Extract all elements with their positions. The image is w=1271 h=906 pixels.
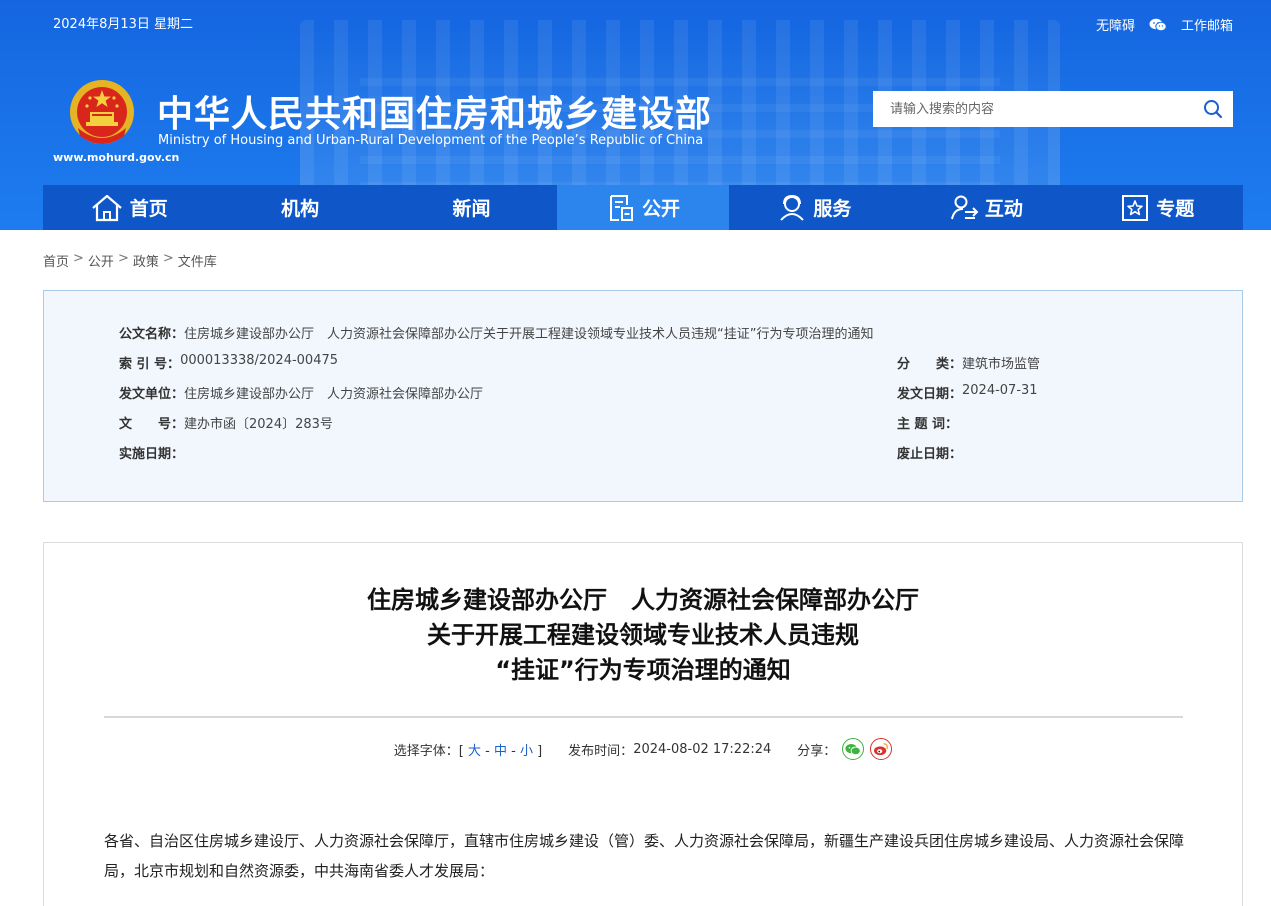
- meta-value: 建办市函〔2024〕283号: [184, 417, 333, 432]
- search-icon: [1204, 100, 1223, 119]
- nav-label-topics: 专题: [1156, 198, 1195, 220]
- nav-label-home: 首页: [129, 198, 168, 220]
- article-container: 住房城乡建设部办公厅 人力资源社会保障部办公厅 关于开展工程建设领域专业技术人员…: [43, 542, 1243, 906]
- meta-effective-date: 实施日期：: [119, 443, 184, 462]
- wechat-icon[interactable]: [1149, 18, 1167, 32]
- breadcrumb-public[interactable]: 公开: [88, 251, 114, 270]
- meta-label: 分 类：: [897, 357, 963, 372]
- share-weibo-icon[interactable]: [870, 738, 893, 760]
- breadcrumb-separator: >: [117, 251, 129, 266]
- meta-label: 废止日期：: [897, 447, 963, 462]
- meta-label: 公文名称：: [119, 327, 185, 342]
- meta-value: 住房城乡建设部办公厅 人力资源社会保障部办公厅关于开展工程建设领域专业技术人员违…: [184, 327, 874, 342]
- search-input[interactable]: [873, 91, 1193, 127]
- nav-label-organization: 机构: [281, 198, 320, 220]
- article-body-paragraph: 各省、自治区住房城乡建设厅、人力资源社会保障厅，直辖市住房城乡建设（管）委、人力…: [104, 832, 1185, 880]
- font-medium-button[interactable]: 中: [494, 744, 507, 759]
- search-button[interactable]: [1193, 91, 1233, 127]
- meta-label: 实施日期：: [119, 447, 185, 462]
- site-title[interactable]: 中华人民共和国住房和城乡建设部: [157, 85, 712, 137]
- article-toolbar: 选择字体：[ 大 - 中 - 小 ] 发布时间： 2024-08-02 17:2…: [44, 738, 1242, 760]
- publish-time: 2024-08-02 17:22:24: [633, 741, 772, 757]
- home-icon: [91, 194, 122, 221]
- meta-value: 000013338/2024-00475: [180, 353, 339, 368]
- top-links: 无障碍 工作邮箱: [1096, 15, 1233, 34]
- national-emblem-logo[interactable]: [68, 78, 136, 150]
- font-size-label: 选择字体：[: [393, 743, 464, 759]
- site-subtitle: Ministry of Housing and Urban-Rural Deve…: [158, 133, 704, 148]
- font-large-button[interactable]: 大: [468, 744, 481, 759]
- nav-label-service: 服务: [813, 198, 852, 220]
- breadcrumb-separator: >: [162, 251, 174, 266]
- meta-index-number: 索 引 号： 000013338/2024-00475: [119, 353, 338, 372]
- main-nav: 首页 机构 新闻 公开 服务 互动 专题: [43, 185, 1243, 230]
- publish-time-label: 发布时间：: [568, 743, 634, 759]
- meta-doc-name: 公文名称： 住房城乡建设部办公厅 人力资源社会保障部办公厅关于开展工程建设领域专…: [119, 323, 874, 342]
- document-meta-box: 公文名称： 住房城乡建设部办公厅 人力资源社会保障部办公厅关于开展工程建设领域专…: [43, 290, 1243, 502]
- nav-item-interaction[interactable]: 互动: [900, 185, 1071, 230]
- meta-keywords: 主 题 词：: [897, 413, 958, 432]
- breadcrumb-library[interactable]: 文件库: [178, 251, 217, 270]
- title-divider: [104, 716, 1183, 718]
- meta-issuer: 发文单位： 住房城乡建设部办公厅 人力资源社会保障部办公厅: [119, 383, 483, 402]
- article-title-line: 关于开展工程建设领域专业技术人员违规: [427, 621, 859, 649]
- meta-value: 建筑市场监管: [962, 357, 1041, 372]
- meta-label: 发文单位：: [119, 387, 185, 402]
- nav-label-news: 新闻: [452, 198, 491, 220]
- accessibility-link[interactable]: 无障碍: [1096, 15, 1135, 34]
- share-label: 分享：: [797, 743, 837, 759]
- breadcrumb-home[interactable]: 首页: [43, 251, 69, 270]
- font-separator: -: [511, 743, 516, 759]
- share-wechat-icon[interactable]: [842, 738, 865, 760]
- site-url: www.mohurd.gov.cn: [53, 151, 180, 164]
- nav-label-interaction: 互动: [984, 198, 1023, 220]
- nav-item-topics[interactable]: 专题: [1072, 185, 1243, 230]
- font-size-bracket: ]: [537, 743, 543, 759]
- meta-abolish-date: 废止日期：: [897, 443, 962, 462]
- nav-label-public: 公开: [641, 198, 680, 220]
- meta-label: 主 题 词：: [897, 417, 959, 432]
- meta-issue-date: 发文日期： 2024-07-31: [897, 383, 1038, 402]
- interaction-icon: [950, 195, 979, 219]
- nav-item-news[interactable]: 新闻: [386, 185, 557, 230]
- meta-category: 分 类： 建筑市场监管: [897, 353, 1040, 372]
- font-size-selector: 选择字体：[ 大 - 中 - 小 ]: [394, 740, 542, 759]
- article-title-line: 住房城乡建设部办公厅 人力资源社会保障部办公厅: [367, 586, 919, 614]
- breadcrumb-separator: >: [73, 251, 84, 266]
- font-separator: -: [485, 743, 490, 759]
- font-small-button[interactable]: 小: [520, 744, 533, 759]
- nav-item-home[interactable]: 首页: [43, 185, 214, 230]
- search-box: [873, 91, 1233, 127]
- nav-item-service[interactable]: 服务: [729, 185, 900, 230]
- nav-item-public[interactable]: 公开: [557, 185, 729, 230]
- breadcrumb: 首页 > 公开 > 政策 > 文件库: [43, 251, 217, 270]
- user-service-icon: [780, 194, 805, 221]
- meta-value: 住房城乡建设部办公厅 人力资源社会保障部办公厅: [184, 387, 484, 402]
- meta-label: 索 引 号：: [119, 357, 181, 372]
- work-mail-link[interactable]: 工作邮箱: [1181, 15, 1233, 34]
- breadcrumb-policy[interactable]: 政策: [133, 251, 159, 270]
- document-icon: [609, 194, 633, 221]
- meta-document-number: 文 号： 建办市函〔2024〕283号: [119, 413, 333, 432]
- meta-value: 2024-07-31: [962, 383, 1038, 398]
- star-box-icon: [1122, 194, 1149, 221]
- meta-label: 文 号：: [119, 417, 185, 432]
- article-title: 住房城乡建设部办公厅 人力资源社会保障部办公厅 关于开展工程建设领域专业技术人员…: [44, 583, 1242, 688]
- meta-label: 发文日期：: [897, 387, 963, 402]
- article-title-line: “挂证”行为专项治理的通知: [495, 656, 791, 684]
- current-date: 2024年8月13日 星期二: [53, 17, 194, 32]
- nav-item-organization[interactable]: 机构: [214, 185, 385, 230]
